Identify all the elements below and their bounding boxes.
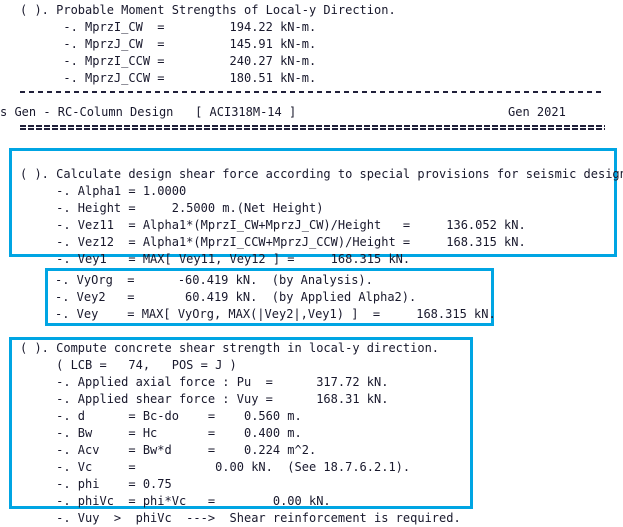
concrete-shear-text: ( ). Compute concrete shear strength in …	[20, 341, 461, 525]
report-header-version: Gen 2021	[508, 105, 566, 119]
report-header-bar: s Gen - RC-Column Design [ ACI318M-14 ] …	[0, 104, 623, 121]
vey-summary-text: -. VyOrg = -60.419 kN. (by Analysis). -.…	[55, 273, 496, 321]
report-header-title: s Gen - RC-Column Design [ ACI318M-14 ]	[0, 105, 297, 119]
seismic-shear-text: ( ). Calculate design shear force accord…	[20, 167, 623, 266]
report-page: ( ). Probable Moment Strengths of Local-…	[0, 0, 623, 525]
separator-dashed	[20, 91, 605, 93]
separator-double	[20, 125, 605, 130]
probable-moment-strengths-block: ( ). Probable Moment Strengths of Local-…	[20, 3, 396, 85]
